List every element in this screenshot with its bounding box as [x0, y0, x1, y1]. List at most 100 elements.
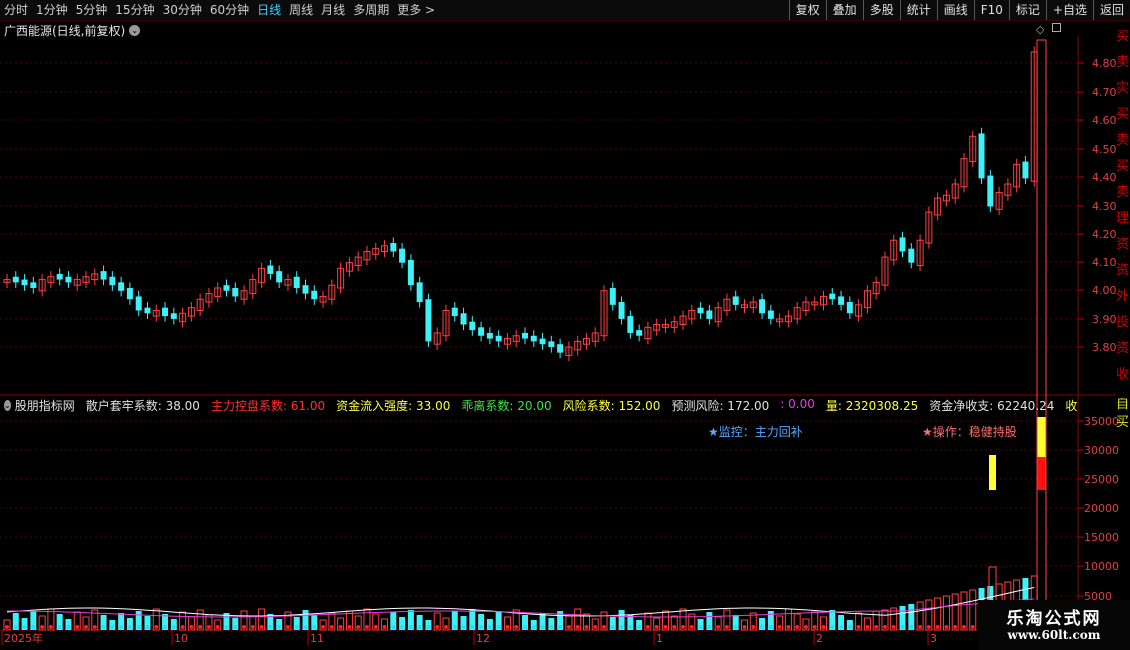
indicator-bar — [65, 487, 72, 490]
candle-body — [407, 259, 414, 286]
indicator-name[interactable]: 股朋指标网 — [15, 397, 75, 413]
signal-dot — [259, 625, 264, 629]
signal-dot — [768, 625, 773, 629]
signal-dot — [101, 625, 106, 629]
indicator-bar — [381, 488, 388, 490]
signal-dot — [505, 625, 510, 629]
candle-body — [232, 287, 239, 297]
indicator-bar — [680, 487, 687, 490]
indicator-bar — [715, 490, 722, 493]
signal-dot — [171, 625, 176, 629]
indicator-bar — [530, 490, 537, 493]
signal-dot — [900, 625, 905, 629]
side-strip-bottom: 自买 — [1116, 398, 1130, 430]
candle-body — [399, 248, 406, 263]
signal-dot — [364, 625, 369, 629]
indicator-bar — [504, 490, 511, 493]
indicator-bar — [636, 490, 643, 493]
indicator-bar — [583, 490, 590, 493]
watermark: 乐淘公式网 www.60lt.com — [978, 600, 1130, 650]
candle-body — [302, 285, 309, 294]
candle-body — [557, 344, 564, 353]
indicator-bar — [802, 487, 809, 490]
indicator-bar — [881, 484, 888, 490]
x-tick-label: 12 — [476, 632, 490, 645]
signal-dot — [584, 625, 589, 629]
candle-body — [539, 338, 546, 345]
indicator-bar — [179, 488, 186, 490]
signal-dot — [277, 625, 282, 629]
kline-chart[interactable]: 4.80 4.70 4.60 4.50 4.40 4.30 4.20 4.10 4.00 3.90… — [0, 0, 1130, 650]
indicator-bar — [267, 490, 274, 493]
chevron-down-icon[interactable]: ⌄ — [4, 399, 11, 411]
signal-dot — [224, 625, 229, 629]
indicator-value: 预测风险: 172.00 — [671, 398, 770, 413]
x-tick-label: 3 — [930, 632, 937, 645]
indicator-bar — [952, 480, 959, 490]
indicator-bar — [539, 488, 546, 490]
signal-dot — [198, 625, 203, 629]
indicator-bar — [39, 488, 46, 490]
indicator-value: : 0.00 — [780, 397, 815, 411]
indicator-bar — [996, 480, 1003, 490]
indicator-bar — [653, 488, 660, 490]
signal-dot — [909, 625, 914, 629]
signal-dot — [417, 625, 422, 629]
indicator-bar — [829, 488, 836, 490]
indicator-bar — [697, 488, 704, 490]
indicator-bar — [486, 488, 493, 490]
candle-body — [162, 307, 169, 317]
signal-dot — [514, 625, 519, 629]
indicator-bar — [118, 488, 125, 490]
signal-dot — [75, 625, 80, 629]
candle-body — [460, 313, 467, 325]
indicator-bar — [785, 488, 792, 490]
signal-dot — [479, 625, 484, 629]
price-tick-label: 3.80 — [1092, 341, 1117, 354]
indicator-bar — [741, 487, 748, 490]
indicator-bar — [925, 484, 932, 490]
signal-dot — [408, 625, 413, 629]
indicator-bar — [688, 490, 695, 493]
signal-dot — [382, 625, 387, 629]
indicator-bar — [442, 490, 449, 500]
signal-dot — [84, 625, 89, 629]
indicator-bar — [908, 480, 915, 490]
candle-body — [829, 293, 836, 300]
price-tick-label: 4.60 — [1092, 114, 1117, 127]
signal-dot — [882, 625, 887, 629]
indicator-bar — [855, 488, 862, 490]
candle-body — [30, 282, 37, 288]
indicator-bar — [21, 488, 28, 490]
indicator-bar — [337, 488, 344, 490]
candlestick-series — [3, 46, 1038, 362]
indicator-bar — [618, 487, 625, 490]
indicator-bar — [30, 490, 37, 493]
signal-dot — [628, 625, 633, 629]
candle-body — [1022, 161, 1029, 179]
signal-dot — [294, 625, 299, 629]
signal-dot — [856, 625, 861, 629]
signal-dot — [110, 625, 115, 629]
signal-dot — [206, 625, 211, 629]
indicator-bar — [100, 488, 107, 490]
candle-body — [609, 287, 616, 305]
signal-dot — [663, 625, 668, 629]
signal-dot — [338, 625, 343, 629]
signal-dot — [558, 625, 563, 629]
indicator-bar — [425, 490, 432, 496]
indicator-spike — [1037, 457, 1046, 490]
signal-dot — [602, 625, 607, 629]
signal-dot — [312, 625, 317, 629]
candle-body — [495, 335, 502, 342]
candle-body — [548, 341, 555, 347]
signal-dot — [268, 625, 273, 629]
signal-dot — [874, 625, 879, 629]
signal-dot — [347, 625, 352, 629]
candle-body — [170, 313, 177, 319]
signal-dot — [303, 625, 308, 629]
indicator-bar — [565, 488, 572, 490]
candle-body — [469, 321, 476, 331]
indicator-bar — [232, 488, 239, 490]
signal-dot — [944, 625, 949, 629]
